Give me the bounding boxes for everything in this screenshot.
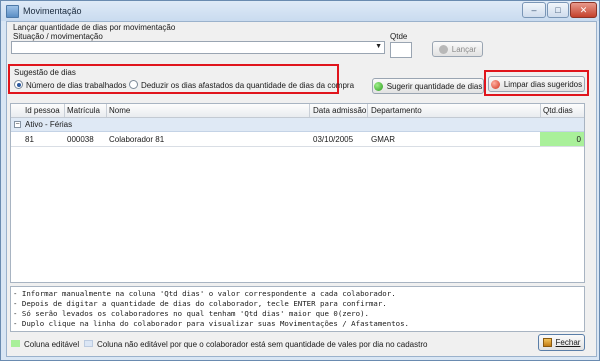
collapse-icon[interactable]: − [14, 121, 21, 128]
col-nome[interactable]: Nome [109, 106, 130, 115]
col-id-pessoa[interactable]: Id pessoa [25, 106, 60, 115]
door-icon [542, 338, 552, 347]
cell-qtd-dias[interactable]: 0 [540, 132, 584, 146]
col-departamento[interactable]: Departamento [371, 106, 422, 115]
limpar-label: Limpar dias sugeridos [503, 79, 583, 89]
col-divider [540, 104, 541, 117]
app-icon [6, 5, 19, 18]
minimize-icon: – [531, 5, 537, 15]
col-qtd-dias[interactable]: Qtd.dias [543, 106, 573, 115]
editable-swatch [11, 340, 20, 347]
sugerir-button[interactable]: Sugerir quantidade de dias [372, 78, 484, 94]
close-icon: ✕ [579, 4, 588, 15]
noneditable-swatch [84, 340, 93, 347]
maximize-button[interactable]: □ [547, 2, 569, 18]
qtde-label: Qtde [390, 32, 408, 41]
lancar-button[interactable]: Lançar [432, 41, 483, 57]
minimize-button[interactable]: – [522, 2, 546, 18]
sugestao-legend: Sugestão de dias [14, 68, 76, 77]
noneditable-legend-label: Coluna não editável por que o colaborado… [97, 340, 428, 349]
editable-legend-label: Coluna editável [24, 340, 80, 349]
cell-departamento: GMAR [371, 135, 395, 144]
instruction-line: - Depois de digitar a quantidade de dias… [13, 299, 387, 308]
col-divider [367, 104, 368, 117]
grid-header: Id pessoa Matrícula Nome Data admissão D… [11, 104, 584, 118]
radio-dias-trabalhados-label: Número de dias trabalhados [26, 81, 127, 90]
col-divider [64, 104, 65, 117]
fechar-button[interactable]: Fechar [538, 334, 585, 351]
situacao-select[interactable]: ▼ [11, 41, 385, 54]
instruction-line: - Só serão levados os colaboradores no q… [13, 309, 369, 318]
qtde-input[interactable] [390, 42, 412, 58]
instruction-line: - Informar manualmente na coluna 'Qtd di… [13, 289, 396, 298]
cell-data-admissao: 03/10/2005 [313, 135, 354, 144]
situacao-label: Situação / movimentação [13, 32, 103, 41]
instructions-box: - Informar manualmente na coluna 'Qtd di… [10, 286, 585, 332]
radio-on-icon[interactable] [14, 80, 23, 90]
colaboradores-grid[interactable]: Id pessoa Matrícula Nome Data admissão D… [10, 103, 585, 283]
title-bar[interactable]: Movimentação – □ ✕ [1, 1, 599, 21]
window-title: Movimentação [23, 6, 82, 16]
col-matricula[interactable]: Matrícula [67, 106, 100, 115]
instruction-line: - Duplo clique na linha do colaborador p… [13, 319, 410, 328]
radio-off-icon[interactable] [129, 80, 138, 90]
sugerir-label: Sugerir quantidade de dias [386, 81, 483, 91]
col-divider [106, 104, 107, 117]
cell-nome: Colaborador 81 [109, 135, 165, 144]
movimentacao-window: Movimentação – □ ✕ Lançar quantidade de … [0, 0, 600, 361]
maximize-icon: □ [555, 5, 561, 15]
section-label: Lançar quantidade de dias por movimentaç… [13, 23, 176, 32]
chevron-down-icon[interactable]: ▼ [375, 43, 382, 50]
radio-dias-trabalhados[interactable]: Número de dias trabalhados [14, 80, 127, 90]
radio-deduzir-label: Deduzir os dias afastados da quantidade … [141, 81, 355, 90]
radio-deduzir-afastados[interactable]: Deduzir os dias afastados da quantidade … [129, 80, 355, 90]
minus-icon [490, 79, 500, 89]
lancar-icon [438, 44, 448, 54]
col-divider [309, 104, 310, 117]
qtd-dias-value: 0 [576, 135, 581, 144]
group-label: Ativo - Férias [25, 120, 73, 129]
lancar-label: Lançar [451, 44, 477, 54]
cell-id: 81 [25, 135, 34, 144]
limpar-button[interactable]: Limpar dias sugeridos [488, 76, 585, 92]
cell-matricula: 000038 [67, 135, 94, 144]
table-row[interactable]: 81 000038 Colaborador 81 03/10/2005 GMAR… [11, 132, 584, 147]
col-data-admissao[interactable]: Data admissão [313, 106, 366, 115]
close-button[interactable]: ✕ [570, 2, 597, 18]
group-row[interactable]: − Ativo - Férias [11, 118, 584, 132]
plus-icon [373, 81, 383, 91]
fechar-label: Fechar [555, 338, 581, 347]
